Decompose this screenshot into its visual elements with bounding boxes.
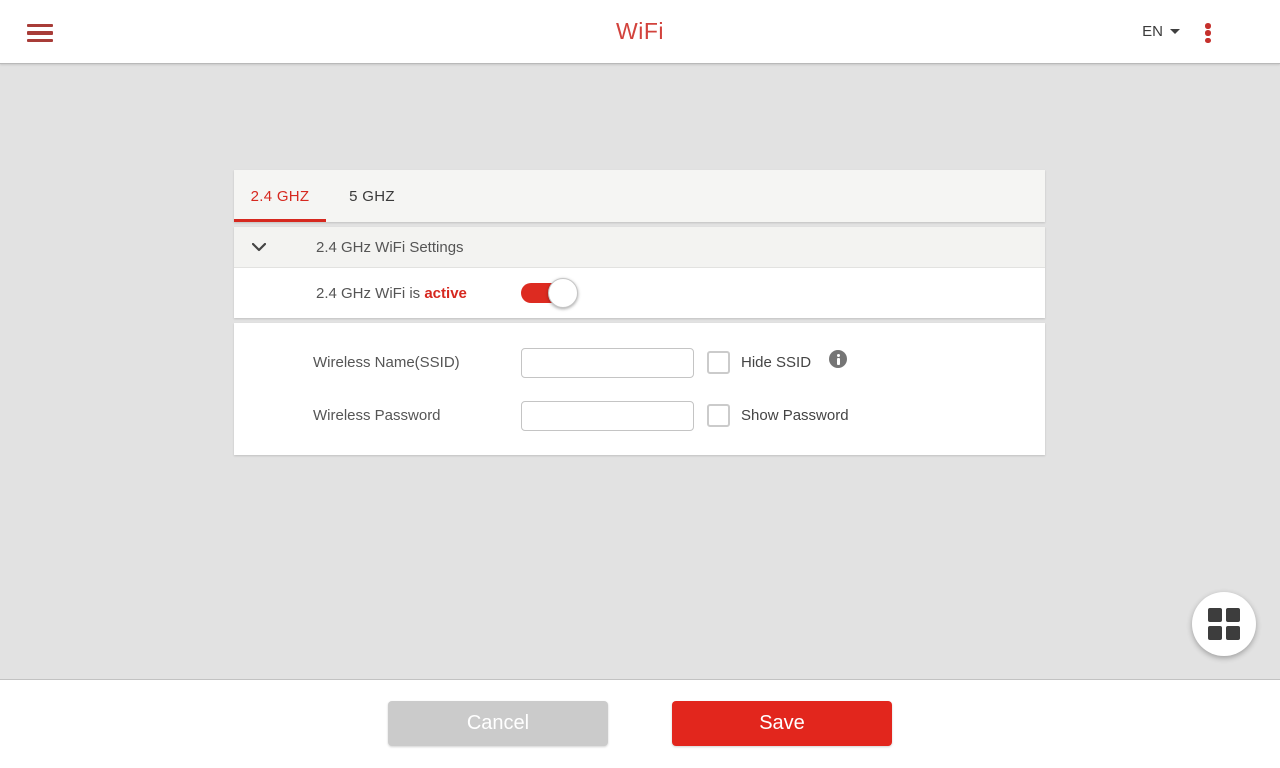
wifi-status-prefix: 2.4 GHz WiFi is bbox=[316, 285, 424, 302]
tab-2-4-ghz[interactable]: 2.4 GHZ bbox=[234, 170, 326, 222]
toggle-knob bbox=[548, 278, 578, 308]
wifi-status-text: 2.4 GHz WiFi is active bbox=[316, 285, 467, 302]
save-button[interactable]: Save bbox=[672, 701, 892, 746]
password-row: Wireless Password Show Password bbox=[234, 401, 1045, 431]
accordion-title: 2.4 GHz WiFi Settings bbox=[316, 239, 464, 256]
cancel-button[interactable]: Cancel bbox=[388, 701, 608, 746]
app-header: WiFi EN bbox=[0, 0, 1280, 64]
chevron-down-icon bbox=[1170, 29, 1180, 34]
accordion-wifi-settings[interactable]: 2.4 GHz WiFi Settings bbox=[234, 227, 1045, 268]
hide-ssid-checkbox[interactable] bbox=[707, 351, 730, 374]
grid-icon bbox=[1208, 608, 1240, 640]
ssid-input[interactable] bbox=[521, 348, 694, 378]
page-title: WiFi bbox=[0, 18, 1280, 45]
password-label: Wireless Password bbox=[313, 407, 441, 424]
show-password-checkbox[interactable] bbox=[707, 404, 730, 427]
kebab-menu-icon[interactable] bbox=[1199, 23, 1217, 43]
ssid-label: Wireless Name(SSID) bbox=[313, 354, 460, 371]
ssid-row: Wireless Name(SSID) Hide SSID bbox=[234, 348, 1045, 378]
wifi-status-state: active bbox=[424, 285, 467, 302]
language-label: EN bbox=[1142, 23, 1163, 40]
quick-menu-fab[interactable] bbox=[1192, 592, 1256, 656]
band-tabbar: 2.4 GHZ 5 GHZ bbox=[234, 170, 1045, 222]
language-selector[interactable]: EN bbox=[1142, 23, 1180, 40]
wifi-settings-screen: WiFi EN Manage Wireless Settings 2.4 GHZ… bbox=[0, 0, 1280, 768]
password-input[interactable] bbox=[521, 401, 694, 431]
chevron-down-icon bbox=[252, 243, 266, 252]
content-area: Manage Wireless Settings 2.4 GHZ 5 GHZ 2… bbox=[0, 64, 1280, 680]
tab-5-ghz[interactable]: 5 GHZ bbox=[326, 170, 418, 222]
action-footer: Cancel Save bbox=[0, 681, 1280, 768]
info-icon[interactable] bbox=[829, 350, 847, 368]
wireless-form-card: Wireless Name(SSID) Hide SSID Wireless P… bbox=[234, 323, 1045, 455]
hide-ssid-label: Hide SSID bbox=[741, 354, 811, 371]
wifi-toggle[interactable] bbox=[521, 278, 578, 308]
wifi-status-row: 2.4 GHz WiFi is active bbox=[234, 268, 1045, 318]
show-password-label: Show Password bbox=[741, 407, 849, 424]
